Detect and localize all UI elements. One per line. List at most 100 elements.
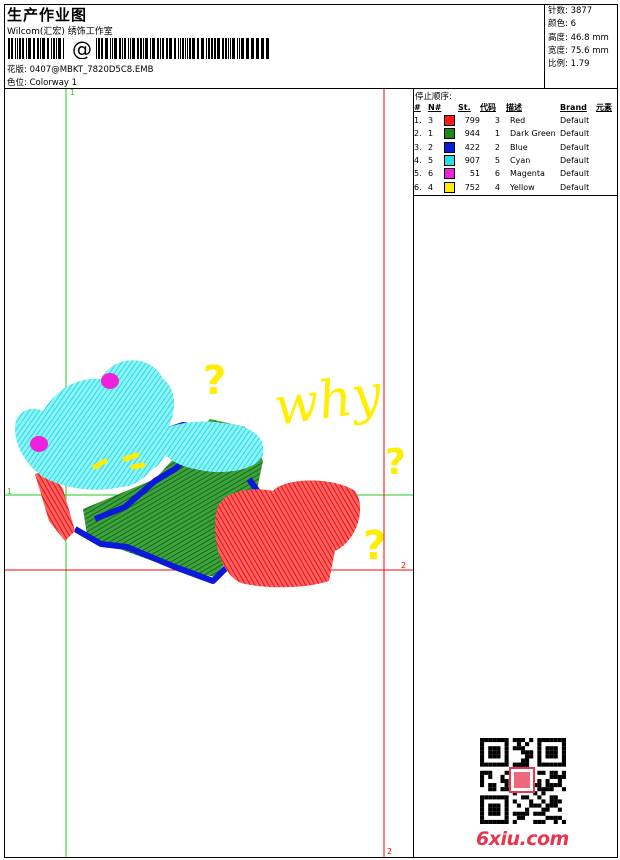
col-element: 元素 [596, 103, 612, 112]
row-index: 2. [414, 129, 422, 139]
colorway: 色位: Colorway 1 [7, 76, 77, 88]
row-swatch [444, 154, 458, 167]
color-swatch [444, 168, 455, 180]
row-stitches: 51 [469, 169, 480, 179]
row-needle: 1 [428, 129, 434, 139]
question-mark-1: ? [203, 358, 226, 404]
col-index: # [414, 103, 421, 112]
stat-colors: 颜色: 6 [548, 19, 576, 30]
thread-row: 2. 1 944 1 Dark Green Default [414, 127, 618, 140]
row-index: 5. [414, 169, 422, 179]
magenta-cheek-dot [30, 436, 48, 452]
col-brand: Brand [560, 103, 587, 112]
row-brand: Default [560, 156, 590, 166]
color-swatch [444, 128, 455, 140]
stats-panel: 针数: 3877 颜色: 6 高度: 46.8 mm 宽度: 75.6 mm 比… [548, 5, 609, 71]
thread-row: 4. 5 907 5 Cyan Default [414, 154, 618, 167]
guide-label-bottom-2: 2 [387, 847, 393, 856]
row-code: 5 [494, 156, 500, 166]
design-file: 花版: 0407@MBKT_7820D5C8.EMB [7, 63, 153, 75]
row-code: 2 [494, 142, 500, 152]
red-heart [215, 480, 361, 588]
row-index: 6. [414, 182, 422, 192]
row-stitches: 799 [464, 116, 480, 126]
row-code: 1 [494, 129, 500, 139]
magenta-ear-dot [101, 373, 119, 389]
stat-height: 高度: 46.8 mm [548, 32, 609, 43]
row-index: 3. [414, 142, 422, 152]
row-stitches: 907 [464, 156, 480, 166]
row-needle: 4 [428, 182, 434, 192]
row-swatch [444, 127, 458, 140]
row-element [596, 167, 618, 180]
col-desc: 描述 [506, 103, 522, 112]
row-brand: Default [560, 169, 590, 179]
col-code: 代码 [480, 103, 496, 112]
row-needle: 2 [428, 142, 434, 152]
page-title: 生产作业图 [7, 6, 88, 24]
row-desc: Magenta [510, 169, 545, 179]
guide-label-right-2: 2 [401, 561, 407, 570]
guide-label-left-1: 1 [7, 487, 13, 496]
embroidery-canvas: why ? ? ? [5, 89, 413, 857]
row-swatch [444, 180, 458, 193]
row-brand: Default [560, 182, 590, 192]
thread-row: 6. 4 752 4 Yellow Default [414, 180, 618, 193]
stat-width: 宽度: 75.6 mm [548, 45, 609, 56]
table-bottom-rule [413, 195, 618, 196]
row-element [596, 180, 618, 193]
header-divider [544, 4, 545, 88]
barcode: @ [8, 38, 269, 59]
row-element [596, 154, 618, 167]
row-stitches: 752 [464, 182, 480, 192]
row-element [596, 114, 618, 127]
row-index: 1. [414, 116, 422, 126]
cyan-bear-head [15, 360, 175, 490]
row-element [596, 127, 618, 140]
row-brand: Default [560, 142, 590, 152]
question-mark-2: ? [385, 442, 406, 483]
row-brand: Default [560, 116, 590, 126]
stat-scale: 比例: 1.79 [548, 59, 590, 70]
qr-code-icon [480, 738, 566, 824]
guide-label-top-1: 1 [70, 88, 76, 97]
row-swatch [444, 167, 458, 180]
stat-stitches: 针数: 3877 [548, 6, 593, 16]
row-stitches: 944 [464, 129, 480, 139]
row-code: 4 [494, 182, 500, 192]
col-needle: N# [428, 103, 442, 112]
row-desc: Dark Green [510, 129, 556, 139]
row-needle: 6 [428, 169, 434, 179]
design-value: 0407@MBKT_7820D5C8.EMB [29, 65, 154, 75]
row-desc: Red [510, 116, 526, 126]
thread-row: 1. 3 799 3 Red Default [414, 114, 618, 127]
row-desc: Blue [510, 142, 528, 152]
col-stitches: St. [458, 103, 471, 112]
row-desc: Yellow [510, 182, 535, 192]
row-needle: 3 [428, 116, 434, 126]
color-swatch [444, 155, 455, 167]
color-swatch [444, 141, 455, 153]
company-name: Wilcom(汇宏) 绣饰工作室 [7, 27, 113, 37]
colorway-label: 色位: [7, 78, 27, 88]
row-desc: Cyan [510, 156, 531, 166]
row-code: 3 [494, 116, 500, 126]
row-swatch [444, 141, 458, 154]
col-swatch [444, 101, 458, 114]
row-element [596, 141, 618, 154]
embroidery-design: why ? ? ? [15, 358, 406, 588]
thread-row: 3. 2 422 2 Blue Default [414, 141, 618, 154]
row-needle: 5 [428, 156, 434, 166]
design-label: 花版: [7, 65, 27, 75]
row-swatch [444, 114, 458, 127]
barcode-text: @ [72, 38, 92, 59]
watermark: 6xiu.com [476, 828, 569, 850]
row-stitches: 422 [464, 142, 480, 152]
colorway-value: Colorway 1 [29, 78, 78, 88]
row-index: 4. [414, 156, 422, 166]
row-code: 6 [494, 169, 500, 179]
question-mark-3: ? [363, 523, 386, 569]
thread-row: 5. 6 51 6 Magenta Default [414, 167, 618, 180]
row-brand: Default [560, 129, 590, 139]
color-swatch [444, 115, 455, 127]
